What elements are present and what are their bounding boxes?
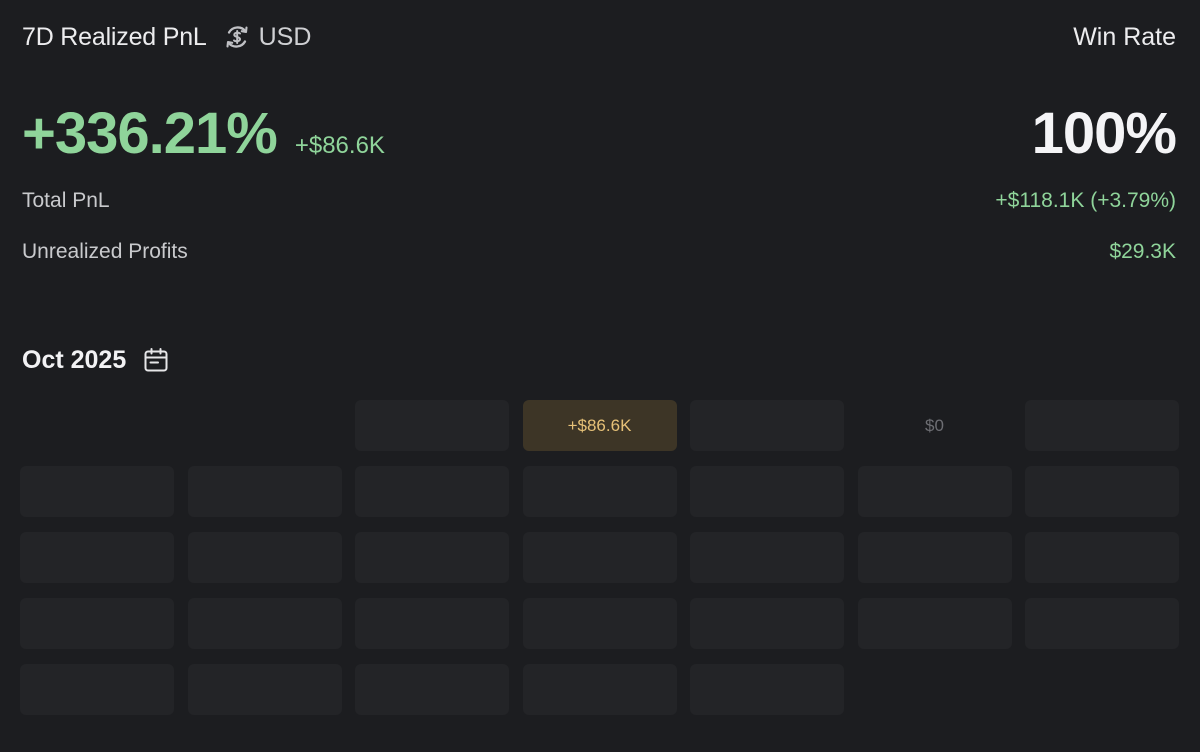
calendar-day-cell[interactable] bbox=[1025, 400, 1179, 451]
calendar-day-cell[interactable] bbox=[20, 598, 174, 649]
unrealized-profits-value: $29.3K bbox=[1109, 240, 1176, 263]
calendar-day-cell[interactable] bbox=[857, 466, 1012, 517]
calendar-day-cell[interactable] bbox=[355, 466, 509, 517]
calendar-day-cell[interactable] bbox=[355, 532, 509, 583]
calendar-day-cell[interactable] bbox=[1025, 466, 1179, 517]
calendar-grid: +$86.6K $0 bbox=[20, 400, 1179, 715]
calendar-day-cell[interactable] bbox=[522, 664, 677, 715]
calendar-empty-cell bbox=[188, 400, 342, 451]
calendar-icon[interactable] bbox=[142, 346, 170, 374]
currency-toggle[interactable]: USD bbox=[223, 22, 312, 52]
calendar-day-cell[interactable] bbox=[355, 598, 509, 649]
calendar-day-cell[interactable] bbox=[355, 664, 509, 715]
calendar-day-cell[interactable] bbox=[857, 598, 1012, 649]
calendar-day-cell[interactable] bbox=[522, 532, 677, 583]
calendar-day-cell[interactable] bbox=[690, 664, 844, 715]
win-rate-value: 100% bbox=[1031, 101, 1177, 166]
calendar-day-cell[interactable] bbox=[20, 532, 174, 583]
unrealized-profits-label: Unrealized Profits bbox=[22, 240, 188, 263]
calendar-day-cell[interactable] bbox=[522, 598, 677, 649]
calendar-day-cell[interactable] bbox=[187, 532, 342, 583]
calendar-day-cell[interactable] bbox=[187, 598, 342, 649]
calendar-day-cell[interactable] bbox=[355, 400, 509, 451]
calendar-day-cell[interactable] bbox=[522, 466, 677, 517]
calendar-day-cell[interactable] bbox=[690, 400, 844, 451]
calendar-day-cell[interactable] bbox=[690, 466, 844, 517]
pnl-panel: 7D Realized PnL USD Win Rate +336.21% +$… bbox=[0, 0, 1200, 752]
calendar-empty-cell bbox=[20, 400, 174, 451]
realized-pnl-group: +336.21% +$86.6K bbox=[22, 102, 385, 166]
unrealized-profits-row: Unrealized Profits $29.3K bbox=[22, 237, 1176, 267]
calendar-day-cell[interactable]: $0 bbox=[858, 400, 1012, 451]
calendar-day-cell[interactable] bbox=[20, 466, 174, 517]
month-label: Oct 2025 bbox=[22, 345, 127, 374]
month-header: Oct 2025 bbox=[22, 343, 170, 377]
total-pnl-row: Total PnL +$118.1K (+3.79%) bbox=[22, 186, 1176, 216]
calendar-day-cell[interactable] bbox=[1025, 532, 1179, 583]
summary-row: +336.21% +$86.6K 100% bbox=[22, 96, 1177, 166]
dollar-cycle-icon bbox=[226, 26, 248, 48]
calendar-day-cell[interactable]: +$86.6K bbox=[522, 400, 677, 451]
panel-title: 7D Realized PnL bbox=[22, 22, 207, 51]
currency-label: USD bbox=[258, 22, 312, 51]
calendar-day-cell[interactable] bbox=[20, 664, 174, 715]
total-pnl-value: +$118.1K (+3.79%) bbox=[995, 189, 1176, 212]
calendar-day-cell[interactable] bbox=[187, 466, 342, 517]
calendar-day-cell[interactable] bbox=[187, 664, 342, 715]
title-group: 7D Realized PnL USD bbox=[22, 23, 311, 52]
total-pnl-label: Total PnL bbox=[22, 189, 110, 212]
realized-pnl-usd: +$86.6K bbox=[294, 132, 385, 159]
calendar-day-cell[interactable] bbox=[690, 598, 844, 649]
realized-pnl-percent: +336.21% bbox=[22, 101, 278, 166]
calendar-day-cell[interactable] bbox=[857, 532, 1012, 583]
calendar-day-cell[interactable] bbox=[690, 532, 844, 583]
calendar-day-cell[interactable] bbox=[1025, 598, 1179, 649]
win-rate-label: Win Rate bbox=[1073, 22, 1176, 51]
header: 7D Realized PnL USD Win Rate bbox=[22, 18, 1176, 56]
